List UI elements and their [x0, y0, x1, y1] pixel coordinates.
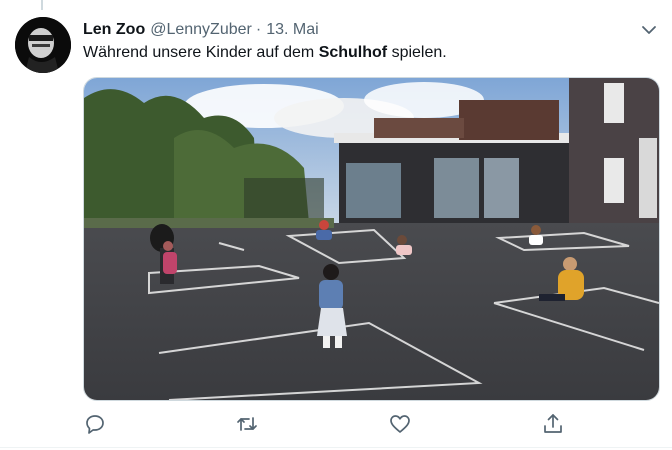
tweet-actions — [83, 412, 658, 436]
separator-dot: · — [255, 21, 262, 38]
tweet-text: Während unsere Kinder auf dem Schulhof s… — [83, 44, 447, 62]
tweet-date[interactable]: 13. Mai — [266, 21, 318, 39]
avatar-image — [15, 17, 71, 73]
tweet-media-photo[interactable] — [83, 77, 660, 401]
schoolyard-photo — [84, 78, 659, 400]
tweet-text-end: spielen. — [387, 44, 447, 61]
tweet-header: Len Zoo @LennyZuber · 13. Mai — [83, 19, 652, 41]
tweet-text-bold: Schulhof — [318, 44, 388, 61]
speech-bubble-icon[interactable] — [83, 412, 107, 436]
author-name[interactable]: Len Zoo — [83, 21, 145, 39]
thread-connector-line — [41, 0, 43, 10]
chevron-down-icon[interactable] — [638, 19, 660, 41]
avatar[interactable] — [15, 17, 71, 73]
heart-icon[interactable] — [388, 412, 412, 436]
share-icon[interactable] — [541, 412, 565, 436]
divider — [0, 447, 672, 448]
retweet-icon[interactable] — [235, 412, 259, 436]
author-handle[interactable]: @LennyZuber — [150, 21, 252, 39]
tweet-text-start: Während unsere Kinder auf dem — [83, 44, 319, 61]
